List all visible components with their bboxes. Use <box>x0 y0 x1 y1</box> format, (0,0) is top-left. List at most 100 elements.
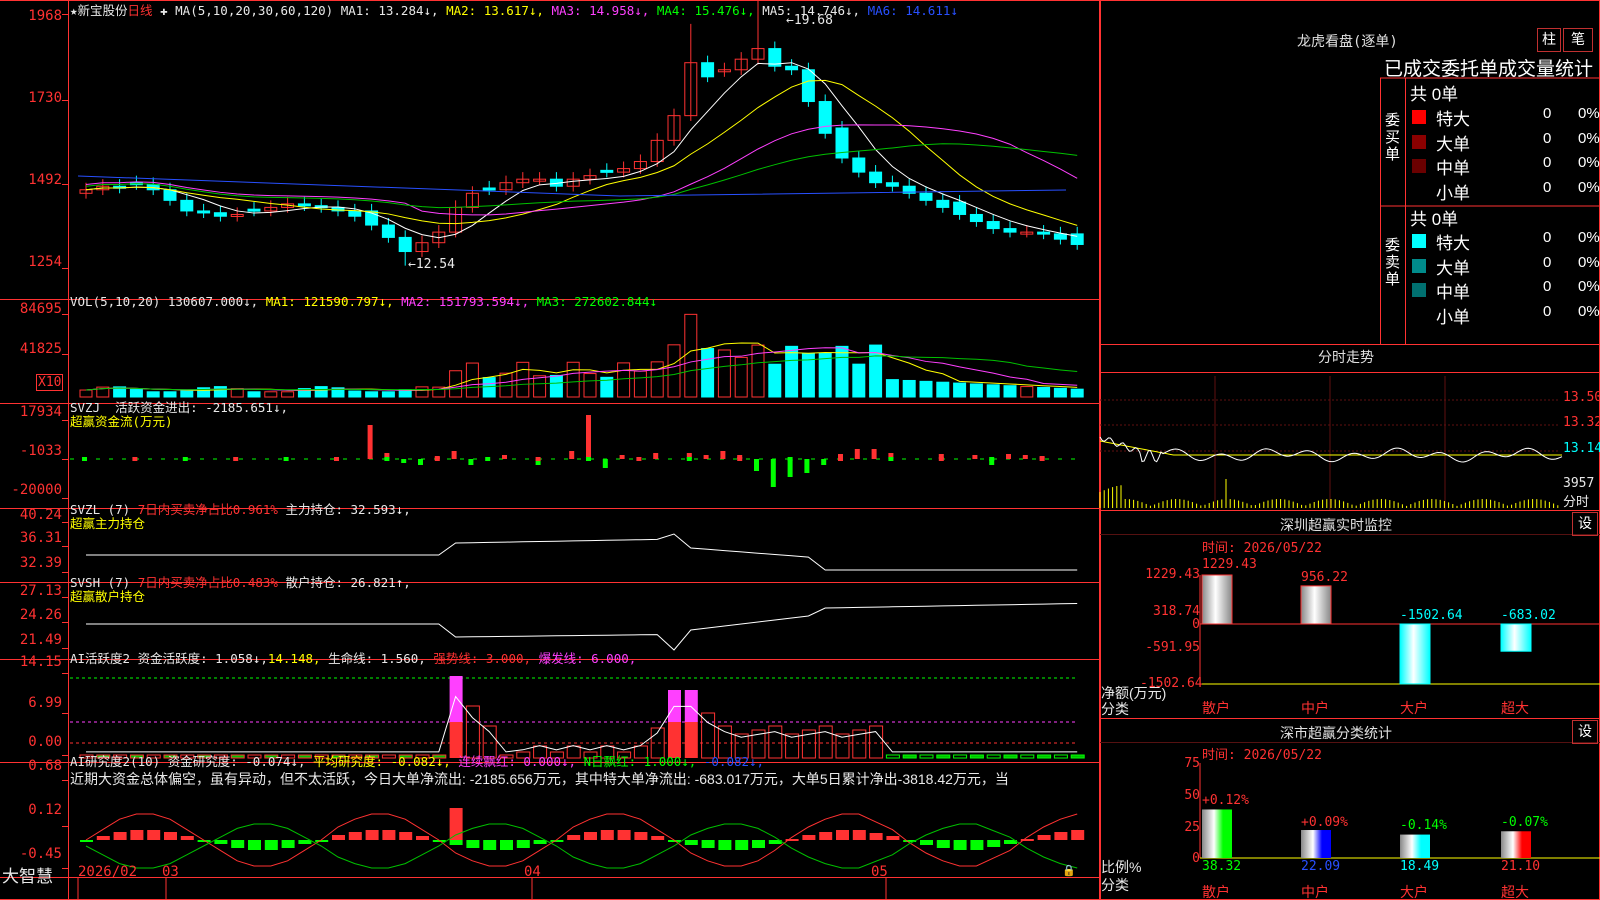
color-swatch <box>1412 159 1426 173</box>
fund-flow-bar <box>938 457 944 461</box>
vol-unit-badge[interactable]: X10 <box>36 374 64 391</box>
period-label[interactable]: 日线 <box>128 3 153 18</box>
candle-body <box>986 221 1000 230</box>
brand-logo[interactable]: 大智慧 <box>2 862 53 887</box>
ai1-p4: 强势线: 3.000, <box>433 651 532 666</box>
candle-body <box>969 213 983 223</box>
research-bar <box>416 836 429 840</box>
volume-bar <box>230 388 244 398</box>
ratio-bar <box>1301 830 1331 858</box>
fund-flow-bar <box>401 459 407 463</box>
fund-flow-bar <box>468 459 474 465</box>
fund-flow-bar <box>770 459 776 487</box>
activity-bar <box>1070 754 1085 759</box>
class-settings-button[interactable]: 设 <box>1572 720 1598 744</box>
volume-bar <box>734 356 748 398</box>
fund-flow-bar <box>535 457 541 461</box>
vol-ma2: MA2: 151793.594↓, <box>401 294 530 309</box>
high-marker: ←19.68 <box>786 13 833 28</box>
volume-bar <box>768 363 782 398</box>
intraday-title: 分时走势 <box>1318 350 1374 366</box>
color-swatch <box>1412 110 1426 124</box>
research-bar <box>567 835 581 840</box>
intraday-price: 13.50 <box>1563 390 1600 405</box>
research-bar <box>231 840 245 848</box>
y-label: 27.13 <box>19 583 62 599</box>
ma1-value: MA1: 13.284↓, <box>340 3 439 18</box>
order-row-name: 特大 <box>1436 110 1470 129</box>
volume-bar <box>348 390 362 398</box>
sz-xlab: 分类 <box>1101 701 1129 717</box>
activity-bar <box>1053 754 1068 759</box>
tick-view-button[interactable]: 笔 <box>1563 28 1593 52</box>
sz-settings-button[interactable]: 设 <box>1572 512 1598 536</box>
activity-bar <box>768 725 783 759</box>
bar-view-button[interactable]: 柱 <box>1537 28 1561 52</box>
class-change: +0.12% <box>1202 793 1249 808</box>
class-value: 18.49 <box>1400 859 1440 874</box>
research-bar <box>483 840 497 850</box>
y-label: 0.00 <box>28 734 62 750</box>
y-label: 6.99 <box>28 695 62 711</box>
activity-bar <box>919 754 934 759</box>
research-bar <box>836 830 849 840</box>
volume-bar <box>1053 387 1067 398</box>
star-icon: ★ <box>70 3 78 18</box>
date-label: 03 <box>162 864 179 880</box>
sell-orders-label: 委卖单 <box>1385 237 1401 288</box>
order-row-name: 小单 <box>1436 183 1470 203</box>
y-label: -20000 <box>11 482 62 498</box>
stock-name[interactable]: 新宝股份 <box>78 3 128 18</box>
fund-flow-bar <box>82 457 87 461</box>
volume-bar <box>566 361 580 398</box>
activity-bar <box>936 754 951 759</box>
fund-flow-bar <box>989 457 995 461</box>
volume-bar <box>365 391 379 398</box>
y-label: 24.26 <box>19 607 62 623</box>
volume-bar <box>1020 386 1034 398</box>
fund-flow-bar <box>1006 454 1011 459</box>
volume-bar <box>919 380 933 398</box>
volume-bar <box>1037 386 1051 398</box>
class-value: 21.10 <box>1501 859 1541 874</box>
candle-body <box>785 65 799 71</box>
research-bar <box>651 836 665 840</box>
volume-bar <box>852 363 866 398</box>
candle-body <box>852 157 866 173</box>
fund-flow-bar <box>569 451 575 459</box>
fund-flow-bar <box>485 457 491 461</box>
class-ylab: 比例% <box>1101 859 1142 875</box>
class-change: -0.07% <box>1501 815 1548 830</box>
volume-bar <box>936 381 950 398</box>
intraday-unit: 分时 <box>1563 494 1590 509</box>
class-y-label: 50 <box>1184 788 1200 803</box>
class-change: +0.09% <box>1301 815 1348 830</box>
sz-category: 散户 <box>1202 700 1230 716</box>
activity-bar <box>953 754 968 759</box>
fund-flow-bar <box>838 457 843 461</box>
order-row-percent: 0% <box>1578 229 1600 246</box>
y-label: 0.68 <box>28 758 62 774</box>
order-row-percent: 0% <box>1578 278 1600 295</box>
order-row-name: 中单 <box>1436 283 1470 302</box>
order-row-percent: 0% <box>1578 253 1600 271</box>
svzj-sub-label: 超赢资金流(万元) <box>70 414 173 429</box>
date-label: 05 <box>871 864 888 880</box>
sz-value-label: -683.02 <box>1501 608 1556 623</box>
research-bar <box>248 840 261 850</box>
intraday-volume: 3957 <box>1563 476 1595 491</box>
research-bar <box>869 833 883 840</box>
research-bar <box>449 840 463 845</box>
lock-icon[interactable]: 🔒 <box>1062 864 1076 877</box>
ai2-name: AI研究度2(10) <box>70 754 161 769</box>
fund-flow-bar <box>888 457 894 461</box>
class-xlab: 分类 <box>1101 877 1129 893</box>
y-label: -0.45 <box>19 846 62 862</box>
research-bar <box>164 832 177 840</box>
candle-body <box>297 203 311 207</box>
svzl-p2: 主力持仓: 32.593↓, <box>285 502 411 517</box>
svsh-sub-label: 超赢散户持仓 <box>70 589 146 604</box>
research-bar <box>298 840 312 844</box>
research-bar <box>315 840 329 842</box>
order-row-name: 中单 <box>1436 159 1470 178</box>
